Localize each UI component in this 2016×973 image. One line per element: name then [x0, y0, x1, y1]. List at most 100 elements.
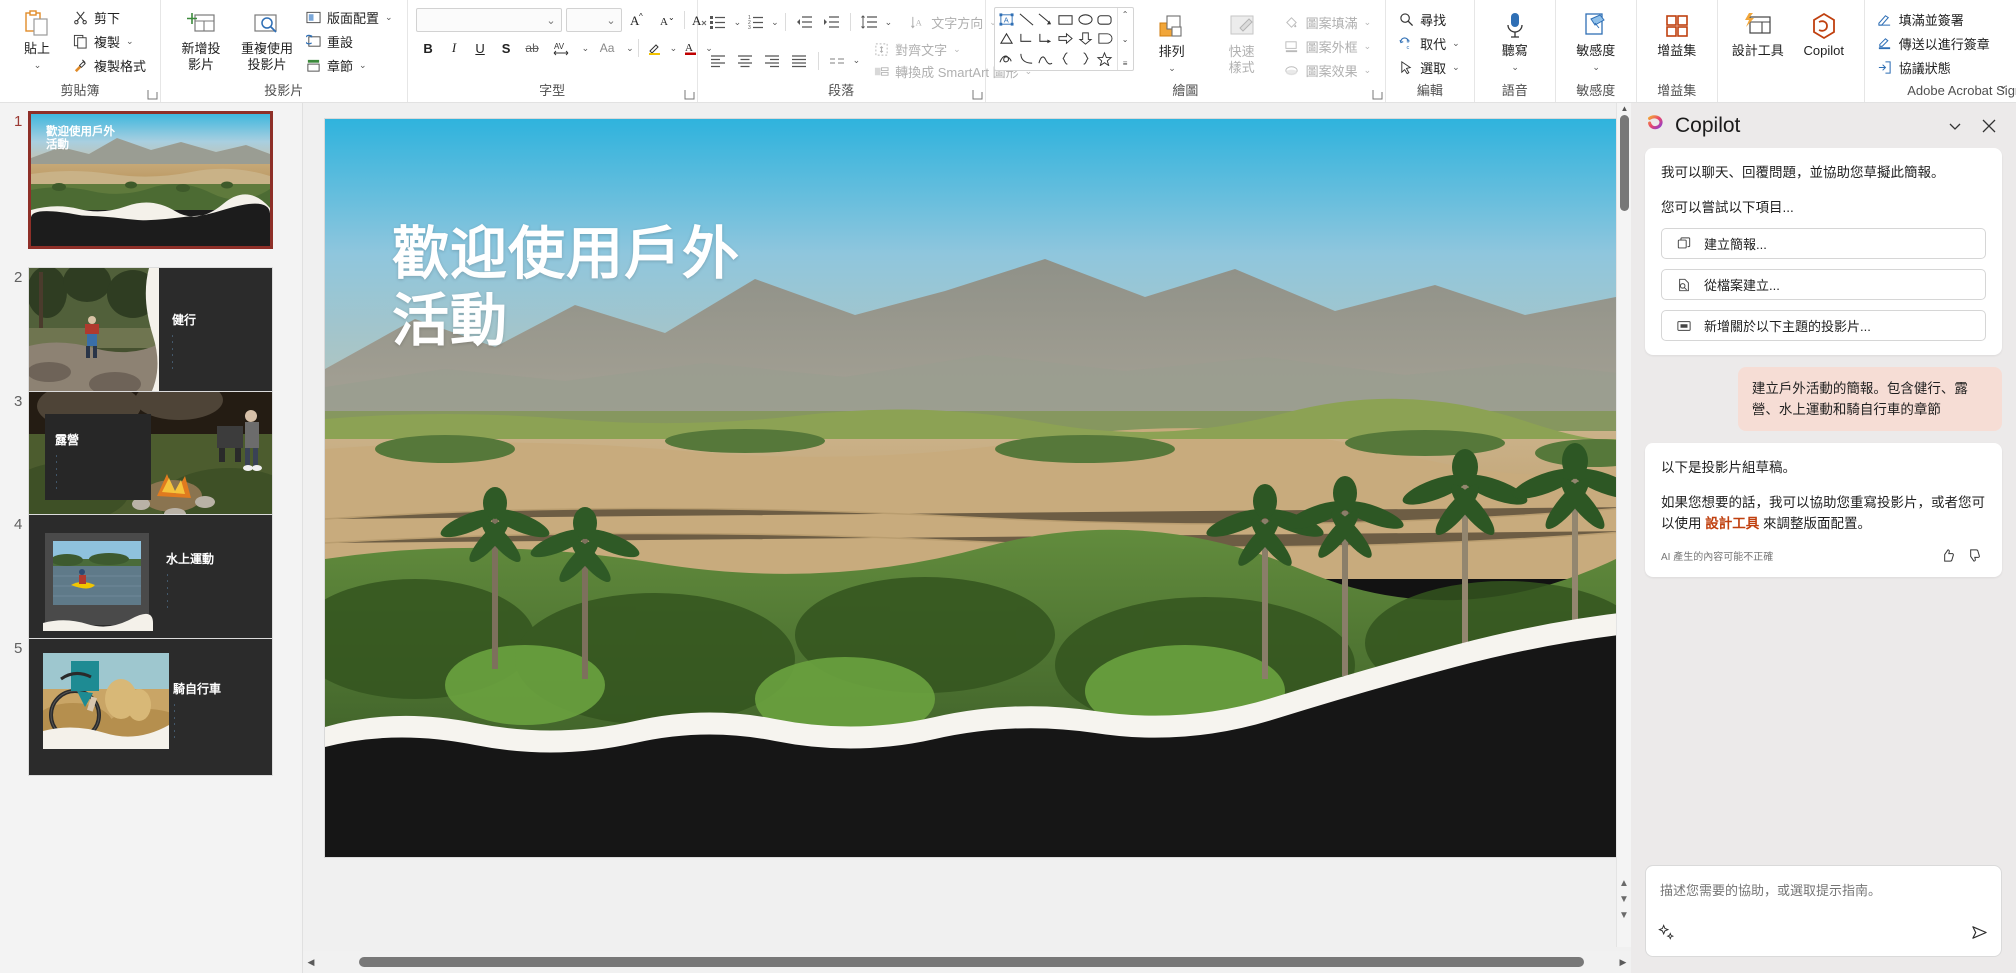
shape-triangle-icon[interactable] — [997, 29, 1017, 48]
clipboard-dialog-launcher[interactable] — [147, 89, 158, 100]
canvas-horizontal-scrollbar[interactable]: ◀ ▶ — [303, 951, 1631, 973]
replace-button[interactable]: bc 取代 ⌄ — [1394, 32, 1466, 55]
sparkle-icon[interactable] — [1658, 924, 1675, 946]
reuse-slides-button[interactable]: 重複使用 投影片 — [235, 4, 299, 73]
shapes-gallery[interactable]: A ⌃ ⌄ ≡ — [993, 7, 1134, 71]
character-spacing-chevron-icon[interactable]: ⌄ — [582, 43, 590, 54]
current-slide[interactable]: 歡迎使用戶外 活動 — [325, 119, 1636, 857]
shapes-gallery-more-icon[interactable]: ≡ — [1123, 59, 1128, 68]
shape-rounded-rect-icon[interactable] — [1095, 10, 1115, 29]
section-button[interactable]: 章節 ⌄ — [301, 54, 399, 77]
decrease-indent-button[interactable] — [792, 10, 817, 34]
thumbs-up-icon[interactable] — [1934, 548, 1960, 563]
fill-and-sign-button[interactable]: 填滿並簽署 — [1873, 8, 1996, 31]
shapes-scroll-down-icon[interactable]: ⌄ — [1122, 35, 1129, 44]
shape-rectangle-icon[interactable] — [1056, 10, 1076, 29]
send-for-signature-button[interactable]: 傳送以進行簽章 — [1873, 32, 1996, 55]
copilot-conversation[interactable]: 我可以聊天、回覆問題，並協助您草擬此簡報。 您可以嘗試以下項目... 建立簡報.… — [1631, 148, 2016, 855]
next-slide-button[interactable]: ▼ — [1617, 910, 1631, 921]
slide-preview-3[interactable]: 露營 — [28, 391, 273, 529]
slide-nav-menu-button[interactable]: ▼ — [1617, 894, 1631, 905]
shape-right-arrow-icon[interactable] — [1056, 29, 1076, 48]
change-case-chevron-icon[interactable]: ⌄ — [626, 43, 634, 54]
paste-chevron-icon[interactable]: ⌄ — [34, 57, 42, 73]
shadow-button[interactable]: S — [494, 36, 519, 60]
copilot-prompt-box[interactable]: 描述您需要的協助，或選取提示指南。 — [1645, 865, 2002, 957]
bullets-button[interactable] — [706, 10, 731, 34]
change-case-button[interactable]: Aa — [590, 36, 624, 60]
slide-thumbnail-panel[interactable]: 1 歡迎使用戶外 活動 2 健行 • • • • • • 3 露營 • • • … — [0, 103, 303, 973]
addins-button[interactable]: 增益集 — [1645, 6, 1709, 59]
layout-button[interactable]: 版面配置 ⌄ — [301, 6, 399, 29]
slide-thumbnail-5[interactable]: 5 騎自行車 — [6, 638, 273, 776]
scroll-left-arrow-icon[interactable]: ◀ — [303, 957, 319, 968]
increase-indent-button[interactable] — [819, 10, 844, 34]
shape-left-brace-icon[interactable] — [1056, 49, 1076, 68]
shape-star-icon[interactable] — [1095, 49, 1115, 68]
shape-fill-chevron-icon[interactable]: ⌄ — [1364, 17, 1372, 28]
numbering-button[interactable]: 123 — [743, 10, 768, 34]
slide-preview-5[interactable]: 騎自行車 — [28, 638, 273, 776]
shape-arc-icon[interactable] — [1036, 49, 1056, 68]
suggestion-add-slide-about[interactable]: 新增關於以下主題的投影片... — [1661, 310, 1986, 341]
shape-outline-chevron-icon[interactable]: ⌄ — [1364, 41, 1372, 52]
columns-button[interactable] — [825, 49, 850, 73]
select-button[interactable]: 選取 ⌄ — [1394, 56, 1466, 79]
shape-elbow-connector-icon[interactable] — [1016, 29, 1036, 48]
shape-curve-icon[interactable] — [1016, 49, 1036, 68]
increase-font-size-button[interactable]: A ^ — [626, 8, 651, 32]
cut-button[interactable]: 剪下 — [68, 6, 152, 29]
paste-button[interactable]: 貼上 ⌄ — [8, 4, 66, 73]
shape-outline-button[interactable]: 圖案外框 ⌄ — [1280, 35, 1378, 58]
slide-thumbnail-3[interactable]: 3 露營 • • • • • • — [6, 391, 273, 529]
designer-button[interactable]: 設計工具 — [1726, 6, 1790, 59]
select-chevron-icon[interactable]: ⌄ — [1452, 62, 1460, 73]
format-painter-button[interactable]: 複製格式 — [68, 54, 152, 77]
bold-button[interactable]: B — [416, 36, 441, 60]
shape-line-icon[interactable] — [1016, 10, 1036, 29]
justify-button[interactable] — [787, 49, 812, 73]
shape-elbow-arrow-icon[interactable] — [1036, 29, 1056, 48]
copilot-ribbon-button[interactable]: Copilot — [1792, 6, 1856, 59]
font-dialog-launcher[interactable] — [684, 89, 695, 100]
copy-chevron-icon[interactable]: ⌄ — [126, 36, 134, 47]
canvas-vertical-scrollbar[interactable]: ▲ ▲ ▼ ▼ — [1616, 103, 1631, 947]
new-slide-button[interactable]: 新增投 影片 — [169, 4, 233, 73]
shape-arrow-icon[interactable] — [1036, 10, 1056, 29]
suggestion-create-presentation[interactable]: 建立簡報... — [1661, 228, 1986, 259]
shape-down-arrow-icon[interactable] — [1075, 29, 1095, 48]
columns-chevron-icon[interactable]: ⌄ — [853, 55, 861, 66]
find-button[interactable]: 尋找 — [1394, 8, 1466, 31]
italic-button[interactable]: I — [442, 36, 467, 60]
align-left-button[interactable] — [706, 49, 731, 73]
align-text-chevron-icon[interactable]: ⌄ — [953, 44, 961, 55]
shape-textbox-icon[interactable]: A — [997, 10, 1017, 29]
paragraph-dialog-launcher[interactable] — [972, 89, 983, 100]
line-spacing-button[interactable] — [857, 10, 882, 34]
shape-effects-chevron-icon[interactable]: ⌄ — [1364, 65, 1372, 76]
shape-flowchart-icon[interactable] — [1095, 29, 1115, 48]
shape-fill-button[interactable]: 圖案填滿 ⌄ — [1280, 11, 1378, 34]
quick-styles-button[interactable]: 快速 樣式 — [1210, 7, 1274, 76]
shape-right-brace-icon[interactable] — [1075, 49, 1095, 68]
ribbon-collapse-button[interactable]: ⌄ — [1998, 78, 2008, 92]
align-right-button[interactable] — [760, 49, 785, 73]
replace-chevron-icon[interactable]: ⌄ — [1452, 38, 1460, 49]
line-spacing-chevron-icon[interactable]: ⌄ — [885, 17, 893, 28]
slide-thumbnail-2[interactable]: 2 健行 — [6, 267, 273, 405]
reset-button[interactable]: 重設 — [301, 30, 399, 53]
sensitivity-button[interactable]: 敏感度 ⌄ — [1564, 6, 1628, 75]
shape-oval-icon[interactable] — [1075, 10, 1095, 29]
slide-thumbnail-4[interactable]: 4 水上運動 — [6, 514, 273, 652]
character-spacing-button[interactable]: AV — [546, 36, 580, 60]
text-direction-button[interactable]: A 文字方向 ⌄ — [908, 11, 997, 34]
shapes-scroll-up-icon[interactable]: ⌃ — [1122, 10, 1129, 19]
hscroll-track[interactable] — [319, 951, 1615, 973]
slide-canvas-area[interactable]: 歡迎使用戶外 活動 — [303, 103, 1636, 973]
text-highlight-button[interactable] — [643, 36, 668, 60]
numbering-chevron-icon[interactable]: ⌄ — [771, 17, 779, 28]
previous-slide-button[interactable]: ▲ — [1617, 878, 1631, 889]
dictate-button[interactable]: 聽寫 ⌄ — [1483, 6, 1547, 75]
bullets-chevron-icon[interactable]: ⌄ — [734, 17, 742, 28]
canvas-hscroll-thumb[interactable] — [359, 957, 1584, 967]
